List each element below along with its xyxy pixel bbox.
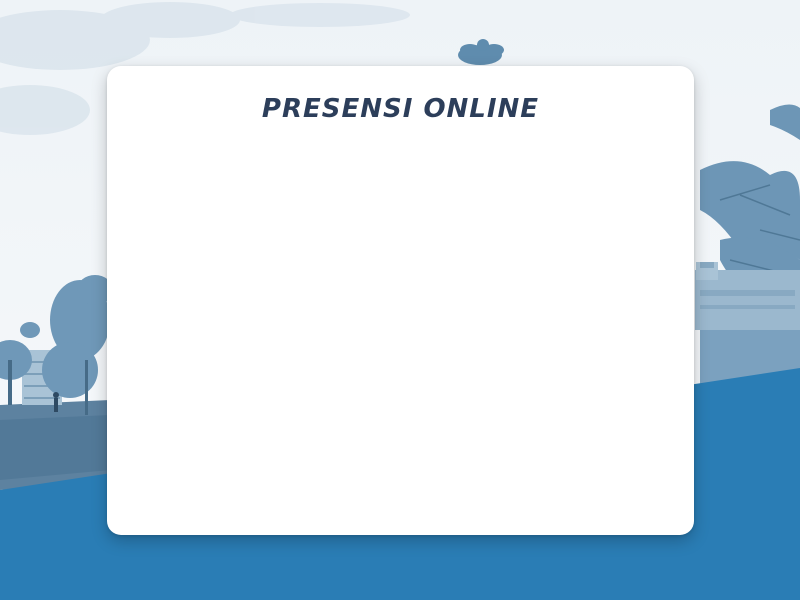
page-title: PRESENSI ONLINE	[261, 94, 540, 124]
login-card: PRESENSI ONLINE	[107, 66, 694, 535]
login-page: PRESENSI ONLINE	[0, 0, 800, 600]
card-content-area	[127, 146, 674, 515]
